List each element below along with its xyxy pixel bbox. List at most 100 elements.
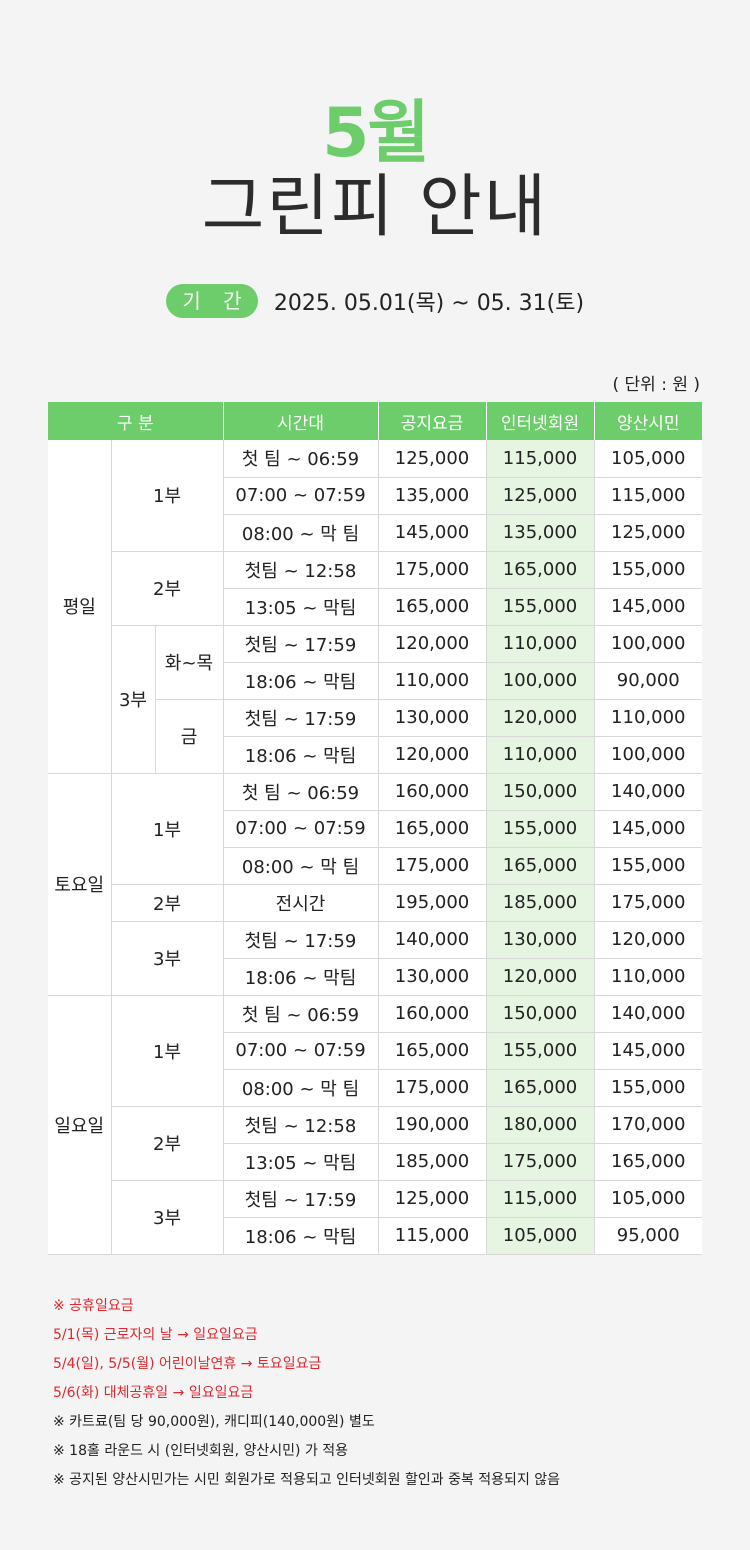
note-childrens-day: 5/4(일), 5/5(월) 어린이날연휴 → 토요일요금 [53,1356,322,1372]
internet-fee-cell: 165,000 [486,1069,595,1107]
notice-fee-cell: 160,000 [378,995,487,1033]
citizen-fee-cell: 155,000 [594,1069,703,1107]
notice-fee-cell: 130,000 [378,699,487,737]
notice-fee-cell: 165,000 [378,588,487,626]
period-badge: 기 간 [165,284,258,318]
internet-fee-cell: 165,000 [486,551,595,589]
internet-fee-cell: 155,000 [486,588,595,626]
note-labor-day: 5/1(목) 근로자의 날 → 일요일요금 [53,1327,258,1343]
citizen-fee-cell: 110,000 [594,699,703,737]
time-cell: 첫 팀 ~ 06:59 [223,995,379,1033]
notice-fee-cell: 120,000 [378,736,487,774]
part-label: 1부 [111,440,224,552]
time-cell: 첫팀 ~ 12:58 [223,1106,379,1144]
part-label: 3부 [111,1180,224,1255]
subpart-label: 화~목 [155,625,224,700]
notice-fee-cell: 115,000 [378,1217,487,1255]
citizen-fee-cell: 140,000 [594,995,703,1033]
internet-fee-cell: 120,000 [486,958,595,996]
time-cell: 18:06 ~ 막팀 [223,958,379,996]
table-row: 2부 전시간 195,000 185,000 175,000 [48,884,703,922]
notice-fee-cell: 125,000 [378,1180,487,1218]
time-cell: 첫팀 ~ 12:58 [223,551,379,589]
page-title: 그린피 안내 [201,168,549,247]
part-label: 3부 [111,921,224,996]
time-cell: 07:00 ~ 07:59 [223,810,379,848]
notice-fee-cell: 160,000 [378,773,487,811]
internet-fee-cell: 185,000 [486,884,595,922]
notice-fee-cell: 185,000 [378,1143,487,1181]
notice-fee-cell: 140,000 [378,921,487,959]
internet-fee-cell: 100,000 [486,662,595,700]
time-cell: 08:00 ~ 막 팀 [223,514,379,552]
time-cell: 08:00 ~ 막 팀 [223,847,379,885]
internet-fee-cell: 110,000 [486,625,595,663]
internet-fee-cell: 115,000 [486,440,595,478]
notice-fee-cell: 165,000 [378,1032,487,1070]
time-cell: 18:06 ~ 막팀 [223,662,379,700]
citizen-fee-cell: 95,000 [594,1217,703,1255]
table-row: 일요일 1부 첫 팀 ~ 06:59 160,000 150,000 140,0… [48,995,703,1255]
time-cell: 18:06 ~ 막팀 [223,736,379,774]
notice-fee-cell: 130,000 [378,958,487,996]
time-cell: 첫팀 ~ 17:59 [223,625,379,663]
internet-fee-cell: 105,000 [486,1217,595,1255]
citizen-fee-cell: 115,000 [594,477,703,515]
part-label: 1부 [111,995,224,1107]
citizen-fee-cell: 100,000 [594,736,703,774]
citizen-fee-cell: 90,000 [594,662,703,700]
unit-label: ( 단위 : 원 ) [612,375,700,395]
internet-fee-cell: 110,000 [486,736,595,774]
period-row: 기 간 2025. 05.01(목) ~ 05. 31(토) [0,284,750,318]
time-cell: 전시간 [223,884,379,922]
part-label: 3부 [111,625,156,774]
header-category: 구 분 [48,402,224,440]
header-internet-member: 인터넷회원 [486,402,595,440]
citizen-fee-cell: 145,000 [594,588,703,626]
internet-fee-cell: 150,000 [486,773,595,811]
table-row: 2부 첫팀 ~ 12:58 190,000 180,000 170,000 [48,1106,703,1181]
internet-fee-cell: 115,000 [486,1180,595,1218]
citizen-fee-cell: 175,000 [594,884,703,922]
notice-fee-cell: 110,000 [378,662,487,700]
header-time: 시간대 [223,402,379,440]
notice-fee-cell: 135,000 [378,477,487,515]
internet-fee-cell: 125,000 [486,477,595,515]
internet-fee-cell: 175,000 [486,1143,595,1181]
notice-fee-cell: 175,000 [378,847,487,885]
internet-fee-cell: 155,000 [486,1032,595,1070]
table-row: 평일 1부 첫 팀 ~ 06:59 125,000 115,000 105,00… [48,440,703,774]
table-row: 토요일 1부 첫 팀 ~ 06:59 160,000 150,000 140,0… [48,773,703,996]
citizen-fee-cell: 145,000 [594,810,703,848]
group-weekday: 평일 [48,440,112,774]
citizen-fee-cell: 110,000 [594,958,703,996]
citizen-fee-cell: 125,000 [594,514,703,552]
time-cell: 첫팀 ~ 17:59 [223,699,379,737]
table-row: 3부 화~목 첫팀 ~ 17:59 120,000 110,000 100,00… [48,625,703,774]
citizen-fee-cell: 155,000 [594,551,703,589]
time-cell: 13:05 ~ 막팀 [223,1143,379,1181]
citizen-fee-cell: 145,000 [594,1032,703,1070]
note-substitute-holiday: 5/6(화) 대체공휴일 → 일요일요금 [53,1385,254,1401]
internet-fee-cell: 120,000 [486,699,595,737]
citizen-fee-cell: 165,000 [594,1143,703,1181]
internet-fee-cell: 165,000 [486,847,595,885]
table-header-row: 구 분 시간대 공지요금 인터넷회원 양산시민 [48,402,703,440]
notice-fee-cell: 120,000 [378,625,487,663]
internet-fee-cell: 130,000 [486,921,595,959]
time-cell: 07:00 ~ 07:59 [223,477,379,515]
time-cell: 첫팀 ~ 17:59 [223,921,379,959]
month-heading: 5월 [322,94,430,173]
internet-fee-cell: 150,000 [486,995,595,1033]
time-cell: 07:00 ~ 07:59 [223,1032,379,1070]
time-cell: 첫 팀 ~ 06:59 [223,773,379,811]
notice-fee-cell: 195,000 [378,884,487,922]
internet-fee-cell: 155,000 [486,810,595,848]
note-holiday-title: ※ 공휴일요금 [53,1298,134,1314]
part-label: 2부 [111,884,224,922]
internet-fee-cell: 135,000 [486,514,595,552]
period-value: 2025. 05.01(목) ~ 05. 31(토) [273,291,585,316]
time-cell: 첫팀 ~ 17:59 [223,1180,379,1218]
citizen-fee-cell: 105,000 [594,440,703,478]
part-label: 2부 [111,551,224,626]
